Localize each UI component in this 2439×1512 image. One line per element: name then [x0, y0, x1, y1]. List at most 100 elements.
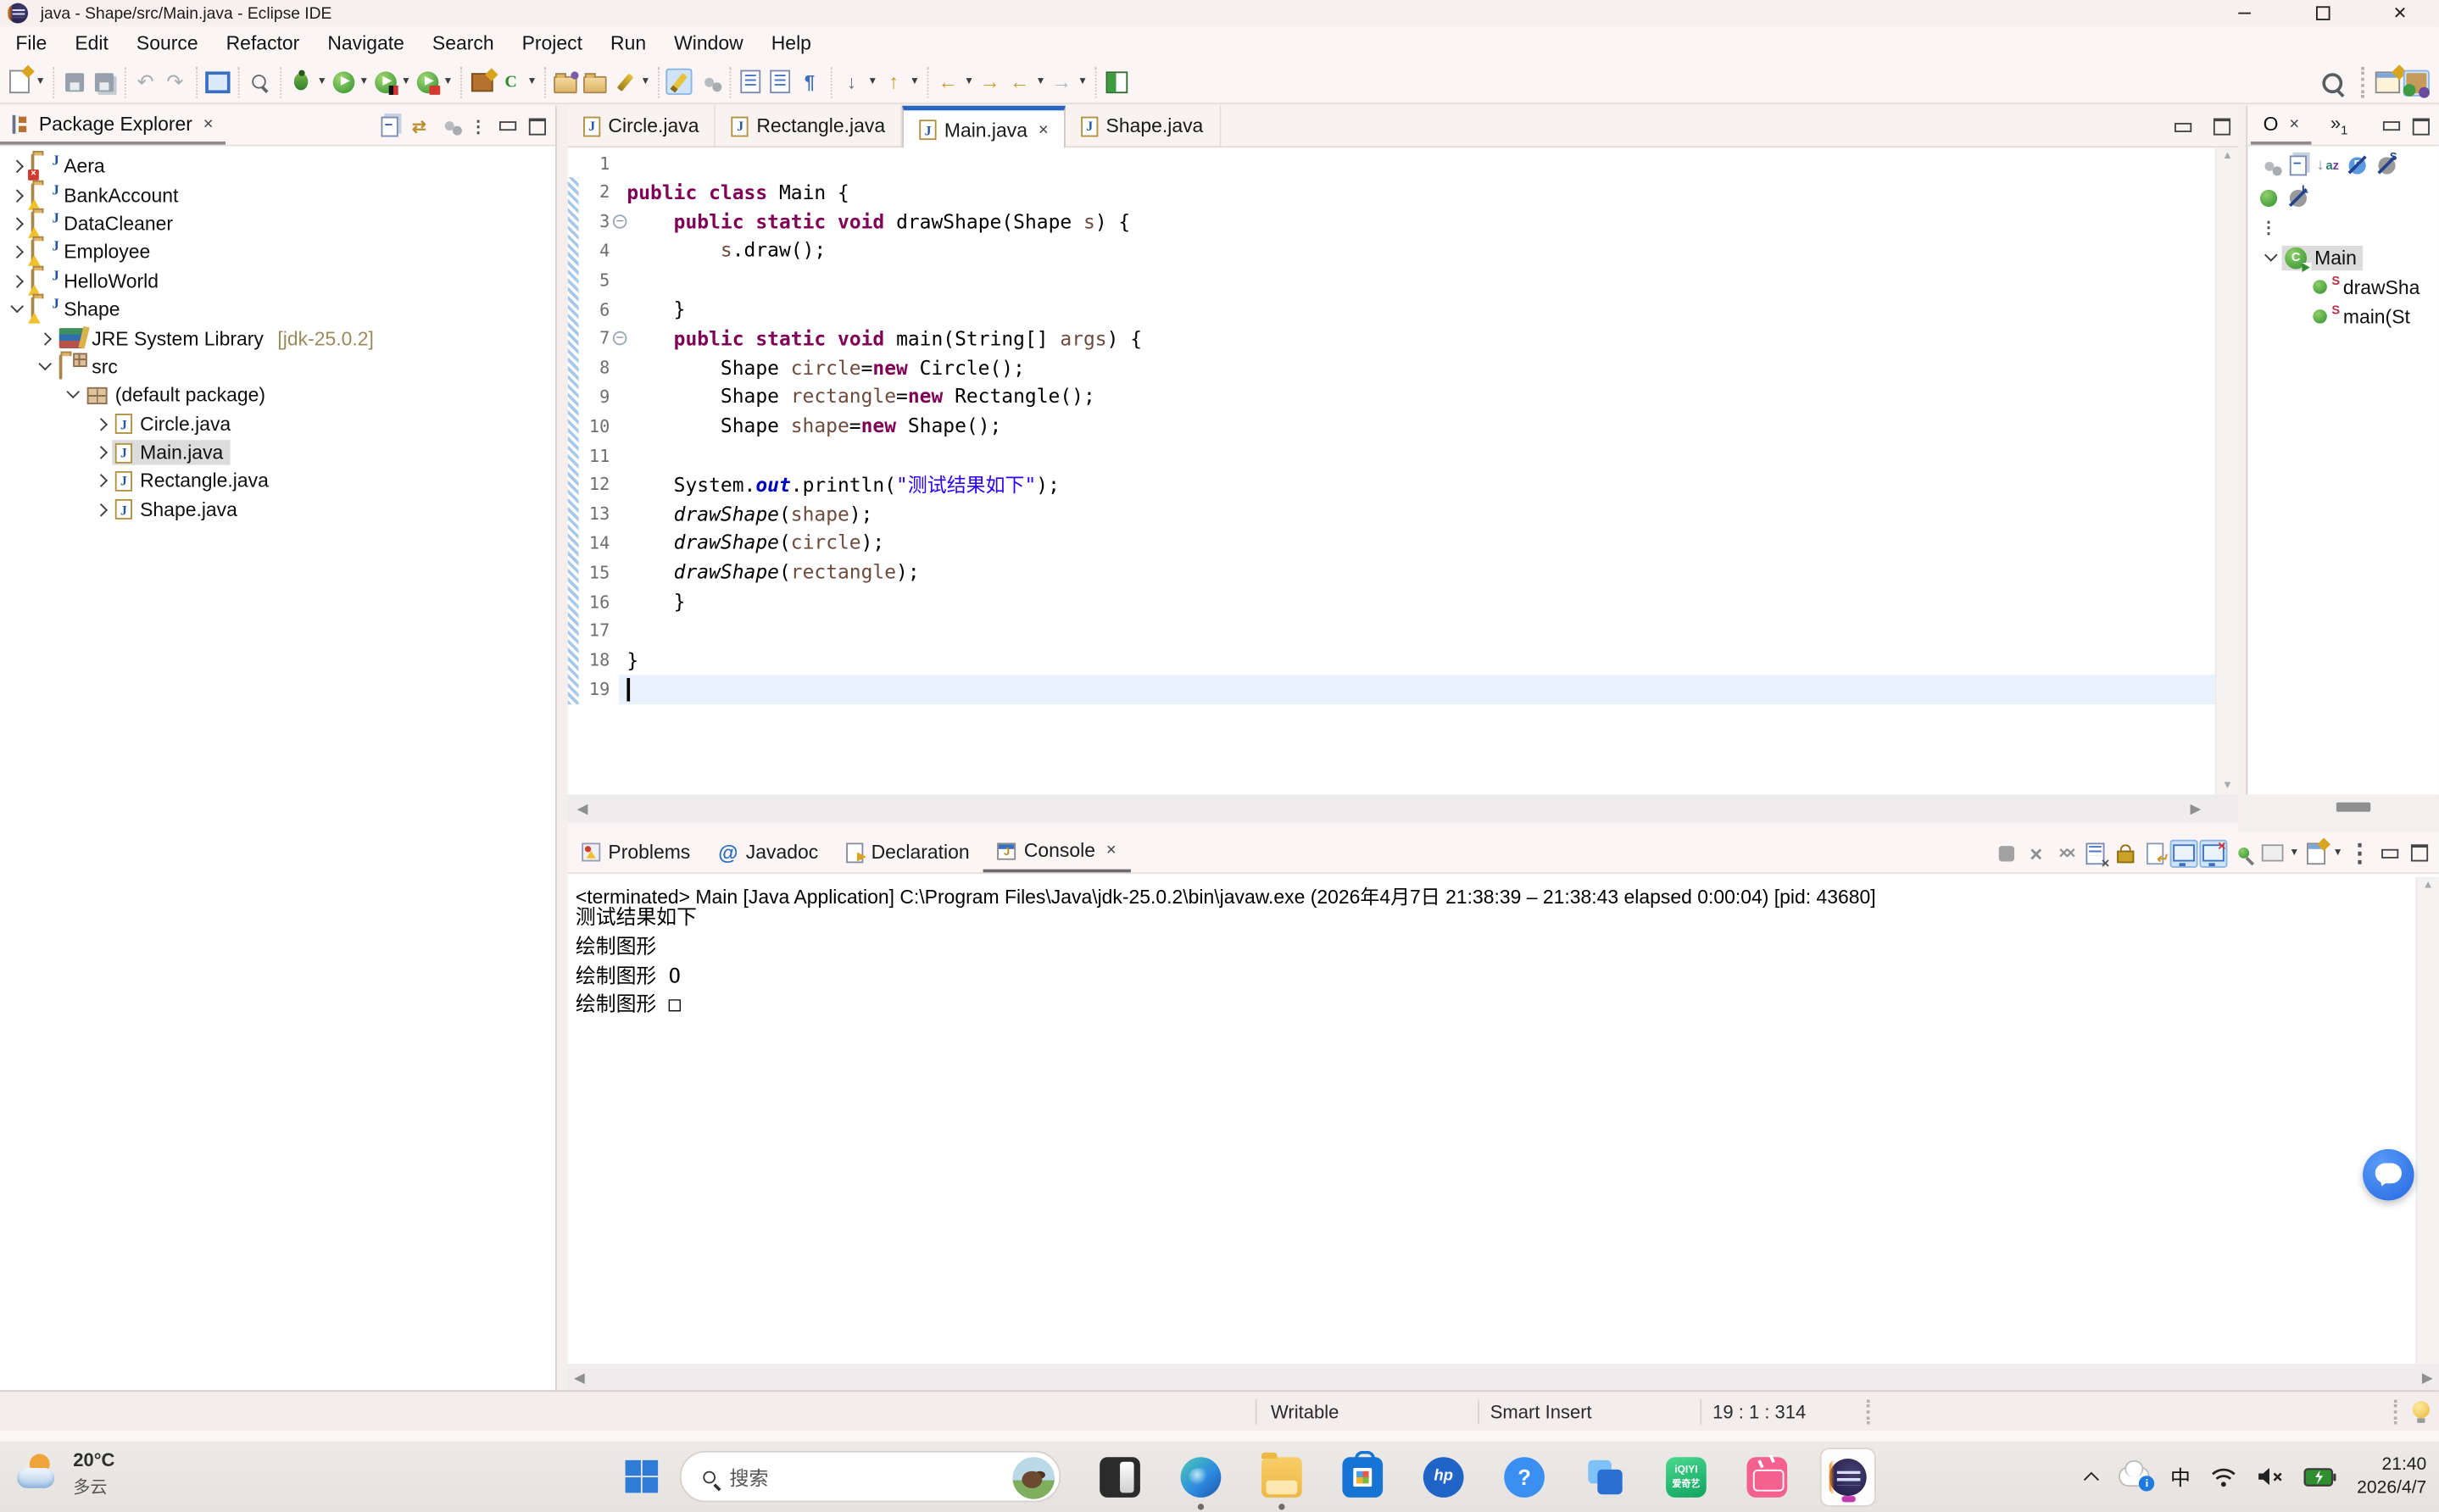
blue-docs-app-icon[interactable] [1585, 1457, 1626, 1498]
tree-item-rectangle-java[interactable]: Rectangle.java [0, 467, 555, 496]
menu-edit[interactable]: Edit [61, 26, 123, 60]
java-perspective-icon[interactable] [2403, 69, 2430, 96]
sort-icon[interactable]: az [2313, 153, 2342, 179]
chevron-right-icon[interactable] [9, 216, 25, 231]
chevron-right-icon[interactable] [93, 474, 109, 489]
tab-problems[interactable]: Problems [568, 832, 704, 873]
outline-item-main[interactable]: CMain [2247, 242, 2439, 272]
organize-imports-icon[interactable] [767, 69, 794, 95]
taskbar-app-help-app[interactable]: ? [1484, 1442, 1564, 1512]
taskbar-app-file-explorer[interactable] [1241, 1442, 1322, 1512]
chevron-right-icon[interactable] [93, 416, 109, 431]
minimize-icon[interactable] [494, 113, 521, 139]
save-icon[interactable] [61, 69, 87, 95]
new-java-project-icon[interactable] [468, 69, 494, 95]
back-icon[interactable]: ← [1006, 69, 1033, 95]
menu-help[interactable]: Help [757, 26, 825, 60]
link-with-editor-icon[interactable]: ⇄ [406, 113, 432, 139]
chevron-right-icon[interactable] [93, 445, 109, 460]
chevron-right-icon[interactable] [9, 273, 25, 288]
show-on-stderr-icon[interactable] [2199, 839, 2227, 867]
search-highlight-image[interactable] [1012, 1457, 1055, 1499]
view-overflow-chevron[interactable]: »1 [2330, 113, 2347, 138]
taskbar-app-microsoft-store[interactable] [1323, 1442, 1403, 1512]
editor-tab-main-java[interactable]: Main.java× [902, 106, 1066, 149]
remove-launch-icon[interactable]: × [2022, 839, 2050, 867]
terminate-icon[interactable] [1992, 839, 2020, 867]
battery-charging-icon[interactable] [2304, 1468, 2337, 1487]
fold-collapse-icon[interactable]: − [613, 214, 627, 228]
open-console-dropdown-icon[interactable]: ▼ [2331, 848, 2344, 859]
display-selected-console-icon[interactable] [2258, 839, 2286, 867]
outline-scrollbar-thumb[interactable] [2336, 803, 2370, 812]
minimize-icon[interactable] [2375, 839, 2403, 867]
show-on-stdout-icon[interactable] [2170, 839, 2198, 867]
chevron-right-icon[interactable] [9, 187, 25, 203]
forward-icon[interactable]: → [1049, 69, 1075, 95]
window-close-button[interactable]: ✕ [2361, 0, 2439, 26]
tray-overflow-chevron-icon[interactable] [2085, 1470, 2099, 1484]
chevron-down-icon[interactable] [65, 387, 81, 403]
tree-item-datacleaner[interactable]: JDataCleaner [0, 209, 555, 238]
chevron-right-icon[interactable] [9, 158, 25, 174]
search-dialog-dropdown-icon[interactable]: ▼ [639, 76, 652, 87]
menu-refactor[interactable]: Refactor [212, 26, 314, 60]
open-perspective-icon[interactable] [2374, 69, 2400, 96]
edge-icon[interactable] [1181, 1457, 1222, 1498]
chevron-right-icon[interactable] [9, 245, 25, 260]
search-dialog-icon[interactable] [611, 69, 638, 95]
assistant-chat-bubble[interactable] [2363, 1149, 2414, 1201]
next-edit-location-icon[interactable]: → [977, 69, 1003, 95]
hide-static-icon[interactable]: S [2372, 153, 2402, 179]
console-vertical-scrollbar[interactable]: ▲ [2415, 877, 2439, 1364]
tab-javadoc[interactable]: @Javadoc [704, 832, 832, 873]
forward-dropdown-icon[interactable]: ▼ [1077, 76, 1089, 87]
debug-dropdown-icon[interactable]: ▼ [315, 76, 328, 87]
onedrive-icon[interactable] [2119, 1467, 2150, 1487]
tab-outline[interactable]: O × [2251, 106, 2312, 145]
chevron-down-icon[interactable] [9, 302, 25, 317]
new-wizard-icon[interactable] [6, 69, 32, 95]
debug-icon[interactable] [287, 69, 314, 95]
mark-occurrences-icon[interactable] [665, 69, 692, 95]
menu-project[interactable]: Project [508, 26, 596, 60]
run-external-tools-dropdown-icon[interactable]: ▼ [442, 76, 454, 87]
open-resource-icon[interactable] [582, 69, 608, 95]
maximize-icon[interactable] [2405, 839, 2433, 867]
back-dropdown-icon[interactable]: ▼ [1034, 76, 1047, 87]
taskbar-app-eclipse[interactable] [1807, 1442, 1888, 1512]
tree-item-helloworld[interactable]: JHelloWorld [0, 267, 555, 296]
editor-maximize-button[interactable] [2208, 114, 2235, 140]
editor-horizontal-scrollbar[interactable]: ◀▶ [568, 795, 2239, 823]
fold-collapse-icon[interactable]: − [613, 331, 627, 345]
open-type-icon[interactable] [552, 69, 578, 95]
taskbar-app-dark-app[interactable] [1079, 1442, 1160, 1512]
hide-local-types-icon[interactable]: L [2283, 185, 2313, 211]
collapse-all-icon[interactable] [376, 113, 403, 139]
iqiyi-icon[interactable]: iQIYI爱奇艺 [1666, 1457, 1707, 1498]
outline-minimize-button[interactable] [2378, 113, 2404, 139]
lightbulb-icon[interactable] [2413, 1401, 2430, 1418]
ime-indicator[interactable]: 中 [2170, 1462, 2191, 1492]
editor-tab-shape-java[interactable]: Shape.java [1066, 106, 1221, 147]
tree-item-shape-java[interactable]: Shape.java [0, 496, 555, 525]
new-wizard-dropdown-icon[interactable]: ▼ [34, 76, 47, 87]
format-source-icon[interactable] [738, 69, 764, 95]
menu-navigate[interactable]: Navigate [314, 26, 419, 60]
outline-item-main-st[interactable]: Smain(St [2247, 302, 2439, 331]
go-up-dropdown-icon[interactable]: ▼ [909, 76, 922, 87]
window-maximize-button[interactable] [2283, 0, 2361, 26]
menu-run[interactable]: Run [597, 26, 660, 60]
scroll-lock-icon[interactable] [2111, 839, 2139, 867]
taskbar-app-iqiyi[interactable]: iQIYI爱奇艺 [1645, 1442, 1726, 1512]
tree-item-circle-java[interactable]: Circle.java [0, 409, 555, 438]
show-selected-element-icon[interactable]: ↓ [838, 69, 865, 95]
open-console-view-icon[interactable] [203, 69, 230, 95]
window-minimize-button[interactable] [2206, 0, 2284, 26]
editor-vertical-scrollbar[interactable]: ▲▼ [2215, 147, 2239, 794]
inspect-icon[interactable] [246, 69, 272, 95]
view-menu-icon[interactable]: ⋮ [2346, 839, 2374, 867]
last-edit-location-icon[interactable]: ← [935, 69, 961, 95]
new-java-class-icon[interactable]: C [498, 69, 524, 95]
hide-fields-icon[interactable]: F [2342, 153, 2372, 179]
